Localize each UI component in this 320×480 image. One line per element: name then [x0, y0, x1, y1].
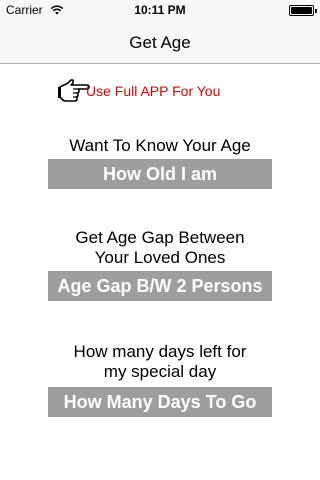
how-old-i-am-button[interactable]: How Old I am — [48, 159, 272, 189]
section-heading-line: Your Loved Ones — [94, 248, 226, 267]
battery-icon — [289, 5, 317, 16]
age-gap-button[interactable]: Age Gap B/W 2 Persons — [48, 271, 272, 301]
how-many-days-to-go-button[interactable]: How Many Days To Go — [48, 387, 272, 417]
status-bar: Carrier 10:11 PM — [0, 0, 320, 20]
section-heading-age: Want To Know Your Age — [0, 136, 320, 156]
navigation-bar: Get Age — [0, 20, 320, 64]
section-heading-line: my special day — [103, 362, 217, 381]
section-heading-line: Get Age Gap Between — [75, 228, 245, 247]
section-heading-line: How many days left for — [73, 342, 247, 361]
section-heading-age-gap: Get Age Gap Between Your Loved Ones — [0, 228, 320, 268]
section-heading-line: Want To Know Your Age — [69, 136, 251, 155]
promo-link-text[interactable]: Use Full APP For You — [86, 83, 220, 99]
section-heading-days-left: How many days left for my special day — [0, 342, 320, 382]
full-app-promo-link[interactable]: Use Full APP For You — [58, 74, 220, 104]
screen: Carrier 10:11 PM Get Age Use Full APP Fo… — [0, 0, 320, 480]
clock-time: 10:11 PM — [134, 3, 186, 17]
page-title: Get Age — [129, 33, 191, 52]
